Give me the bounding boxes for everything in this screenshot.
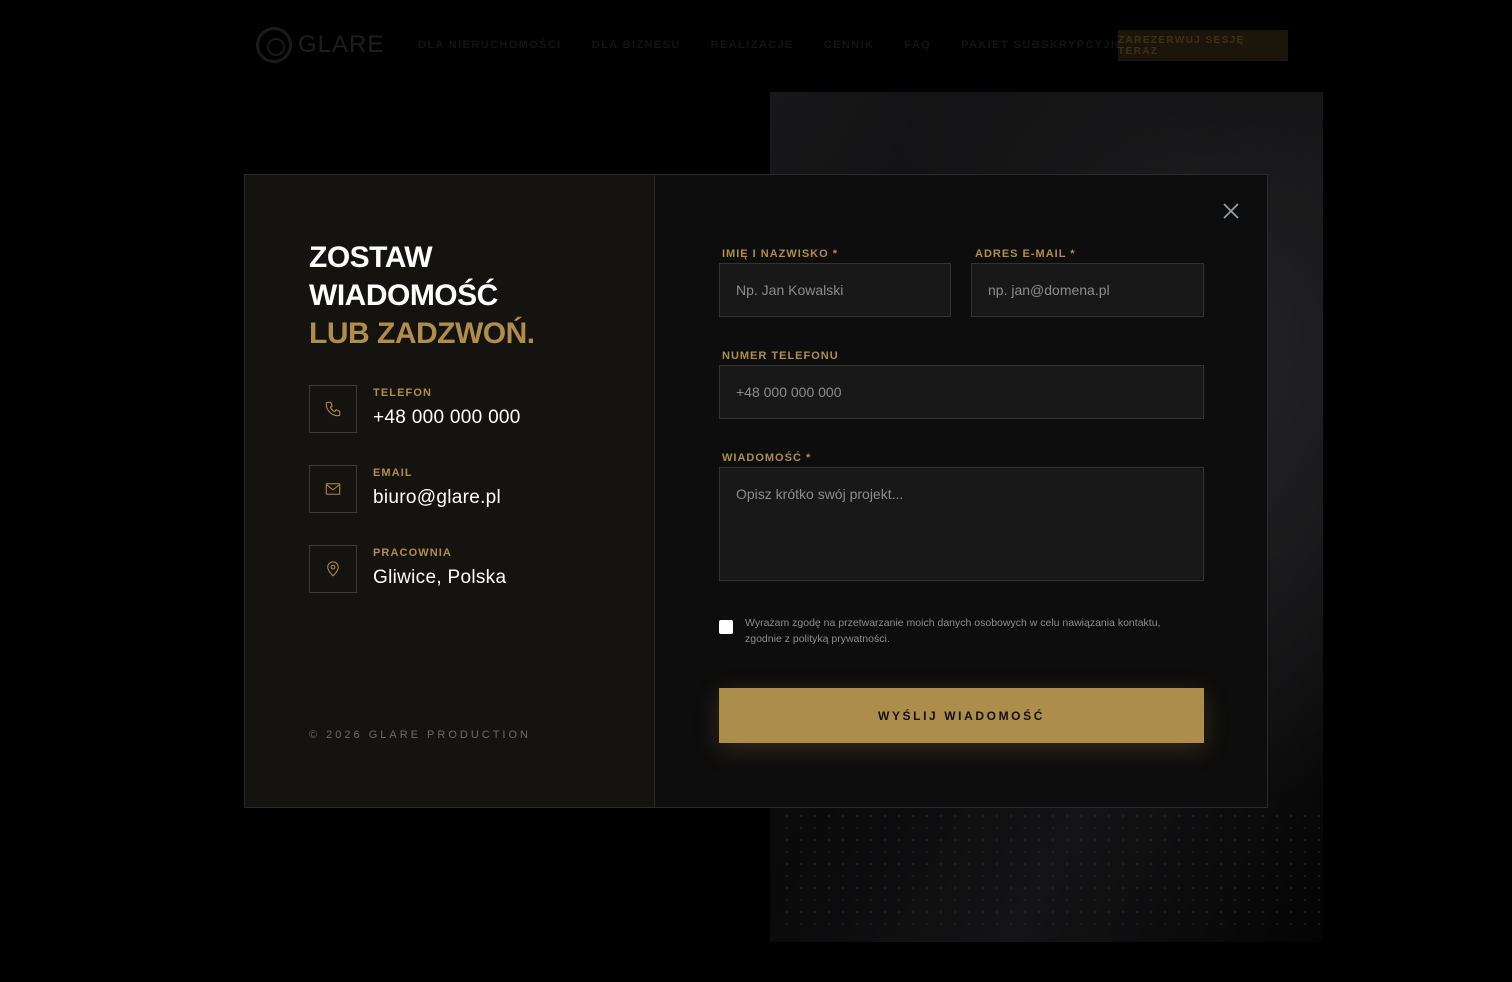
background-city-lights: [780, 810, 1320, 930]
contact-modal: ZOSTAW WIADOMOŚĆ LUB ZADZWOŃ. TELEFON +4…: [244, 174, 1268, 808]
background-navbar: GLARE DLA NIERUCHOMOŚCI DLA BIZNESU REAL…: [0, 0, 1512, 90]
submit-button[interactable]: WYŚLIJ WIADOMOŚĆ: [719, 688, 1204, 743]
name-label: IMIĘ I NAZWISKO *: [722, 248, 838, 260]
logo-mark-icon: [256, 27, 292, 63]
contact-form-panel: IMIĘ I NAZWISKO * ADRES E-MAIL * NUMER T…: [655, 175, 1267, 807]
nav-link: FAQ: [904, 39, 932, 51]
email-label: ADRES E-MAIL *: [975, 248, 1076, 260]
close-icon: [1223, 203, 1239, 219]
heading-line: ZOSTAW: [309, 241, 433, 274]
contact-label: TELEFON: [373, 387, 433, 399]
consent-checkbox[interactable]: [719, 620, 733, 634]
message-label: WIADOMOŚĆ *: [722, 452, 812, 464]
studio-location: Gliwice, Polska: [373, 567, 507, 588]
name-input[interactable]: [719, 263, 951, 317]
contact-email: EMAIL biuro@glare.pl: [309, 465, 501, 513]
logo: GLARE: [256, 27, 384, 63]
contact-label: PRACOWNIA: [373, 547, 452, 559]
logo-text: GLARE: [298, 31, 385, 58]
close-button[interactable]: [1221, 201, 1241, 221]
consent-row: Wyrażam zgodę na przetwarzanie moich dan…: [719, 615, 1189, 647]
contact-phone: TELEFON +48 000 000 000: [309, 385, 521, 433]
contact-info-panel: ZOSTAW WIADOMOŚĆ LUB ZADZWOŃ. TELEFON +4…: [245, 175, 655, 807]
nav-links: DLA NIERUCHOMOŚCI DLA BIZNESU REALIZACJE…: [418, 39, 1129, 51]
heading-line: WIADOMOŚĆ: [309, 279, 498, 312]
nav-cta-button: ZAREZERWUJ SESJĘ TERAZ: [1118, 30, 1288, 61]
mail-icon: [309, 465, 357, 513]
nav-link: REALIZACJE: [710, 39, 794, 51]
phone-input[interactable]: [719, 365, 1204, 419]
email-address[interactable]: biuro@glare.pl: [373, 487, 501, 509]
phone-icon: [309, 385, 357, 433]
modal-heading: ZOSTAW WIADOMOŚĆ LUB ZADZWOŃ.: [309, 239, 535, 353]
nav-link: DLA BIZNESU: [591, 39, 681, 51]
heading-accent-line: LUB ZADZWOŃ.: [309, 317, 535, 350]
phone-label: NUMER TELEFONU: [722, 350, 839, 362]
contact-label: EMAIL: [373, 467, 413, 479]
nav-link: DLA NIERUCHOMOŚCI: [418, 39, 562, 51]
message-textarea[interactable]: [719, 467, 1204, 581]
email-input[interactable]: [971, 263, 1204, 317]
consent-text: Wyrażam zgodę na przetwarzanie moich dan…: [745, 617, 1161, 645]
phone-number[interactable]: +48 000 000 000: [373, 407, 521, 429]
nav-link: PAKIET SUBSKRYPCYJNY: [961, 39, 1130, 51]
contact-location: PRACOWNIA Gliwice, Polska: [309, 545, 506, 593]
nav-link: CENNIK: [823, 39, 875, 51]
copyright: © 2026 GLARE PRODUCTION: [309, 729, 531, 741]
location-pin-icon: [309, 545, 357, 593]
